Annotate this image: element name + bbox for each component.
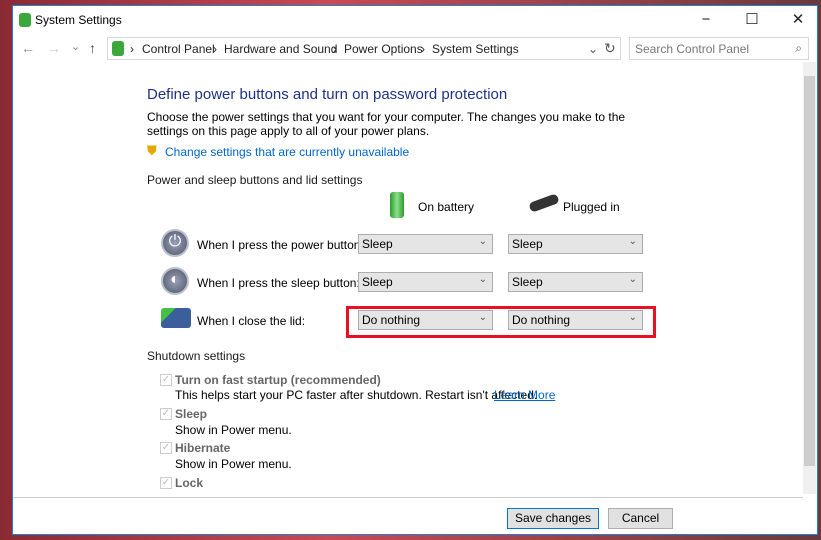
back-button[interactable]: ← — [21, 40, 35, 56]
sleep-desc: Show in Power menu. — [175, 423, 292, 437]
fast-startup-desc: This helps start your PC faster after sh… — [175, 388, 538, 402]
chevron-down-icon: ⌄ — [478, 312, 487, 323]
power-button-plugged-select[interactable]: Sleep ⌄ — [508, 234, 643, 254]
chevron-down-icon: ⌄ — [628, 236, 637, 247]
hibernate-label: Hibernate — [175, 441, 231, 455]
fast-startup-label: Turn on fast startup (recommended) — [175, 373, 381, 387]
hibernate-checkbox[interactable]: ✓ — [160, 442, 172, 454]
power-button-label: When I press the power button: — [197, 238, 364, 252]
battery-icon — [390, 192, 404, 218]
chevron-down-icon: ⌄ — [478, 236, 487, 247]
column-plugged-in: Plugged in — [563, 200, 620, 214]
sleep-checkbox[interactable]: ✓ — [160, 408, 172, 420]
lid-close-plugged-select[interactable]: Do nothing ⌄ — [508, 310, 643, 330]
system-settings-window: System Settings − ☐ ✕ ← → ⌄ ↑ › Control … — [12, 5, 818, 535]
page-title: Define power buttons and turn on passwor… — [147, 86, 508, 103]
section-heading-shutdown: Shutdown settings — [147, 349, 246, 363]
plug-icon — [528, 193, 560, 213]
control-panel-icon — [112, 41, 124, 56]
change-settings-link[interactable]: Change settings that are currently unava… — [165, 145, 409, 159]
recent-locations-button[interactable]: ⌄ — [71, 40, 80, 53]
lid-close-battery-select[interactable]: Do nothing ⌄ — [358, 310, 493, 330]
breadcrumb-hardware-and-sound[interactable]: Hardware and Sound — [224, 42, 337, 56]
up-button[interactable]: ↑ — [89, 40, 96, 56]
search-input[interactable]: Search Control Panel ⌕ — [629, 37, 809, 60]
laptop-lid-icon — [161, 308, 191, 328]
title-bar: System Settings − ☐ ✕ — [13, 6, 817, 36]
section-heading-buttons: Power and sleep buttons and lid settings — [147, 173, 363, 187]
lid-close-label: When I close the lid: — [197, 314, 306, 328]
breadcrumb-control-panel[interactable]: Control Panel — [142, 42, 215, 56]
breadcrumb-system-settings[interactable]: System Settings — [432, 42, 519, 56]
uac-shield-icon: ⛊ — [147, 143, 157, 158]
power-icon: ⏻ — [161, 229, 189, 257]
scrollbar-thumb[interactable] — [804, 76, 815, 466]
sleep-label: Sleep — [175, 407, 208, 421]
column-on-battery: On battery — [418, 200, 475, 214]
learn-more-link[interactable]: Learn More — [494, 388, 555, 402]
breadcrumb-power-options[interactable]: Power Options — [344, 42, 423, 56]
hibernate-desc: Show in Power menu. — [175, 457, 292, 471]
refresh-icon[interactable]: ↻ — [604, 40, 616, 57]
search-icon: ⌕ — [795, 41, 802, 55]
chevron-down-icon: ⌄ — [628, 312, 637, 323]
save-changes-button[interactable]: Save changes — [507, 508, 599, 529]
lock-checkbox[interactable]: ✓ — [160, 477, 172, 489]
window-title: System Settings — [35, 13, 122, 27]
minimize-button[interactable]: − — [683, 6, 729, 34]
close-button[interactable]: ✕ — [775, 6, 821, 34]
power-options-icon — [19, 13, 31, 27]
chevron-down-icon: ⌄ — [628, 274, 637, 285]
maximize-button[interactable]: ☐ — [729, 6, 775, 34]
forward-button[interactable]: → — [47, 40, 61, 56]
chevron-down-icon: ⌄ — [478, 274, 487, 285]
sleep-button-plugged-select[interactable]: Sleep ⌄ — [508, 272, 643, 292]
sleep-button-label: When I press the sleep button: — [197, 276, 360, 290]
sleep-button-battery-select[interactable]: Sleep ⌄ — [358, 272, 493, 292]
fast-startup-checkbox[interactable]: ✓ — [160, 374, 172, 386]
scrollbar[interactable] — [803, 62, 816, 494]
cancel-button[interactable]: Cancel — [608, 508, 673, 529]
sleep-icon: ◐ — [161, 267, 189, 295]
lock-label: Lock — [175, 476, 204, 490]
address-bar[interactable]: › Control Panel › Hardware and Sound › P… — [107, 37, 621, 60]
page-description: Choose the power settings that you want … — [147, 110, 626, 138]
power-button-battery-select[interactable]: Sleep ⌄ — [358, 234, 493, 254]
address-dropdown-icon[interactable]: ⌄ — [588, 42, 598, 56]
